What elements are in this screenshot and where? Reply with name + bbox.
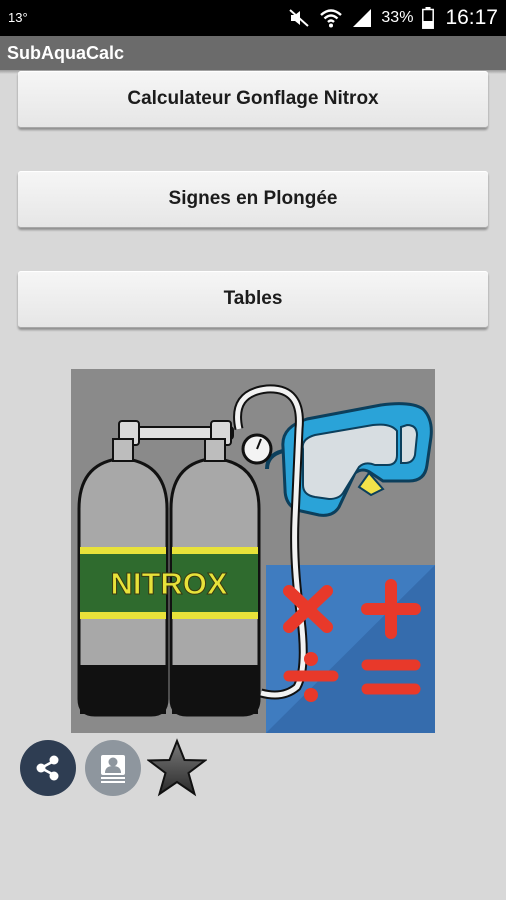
share-icon	[36, 755, 59, 781]
nitrox-calculator-illustration: NITROX	[71, 369, 435, 733]
battery-icon	[422, 7, 435, 29]
star-icon	[146, 738, 208, 797]
clock: 16:17	[445, 6, 498, 29]
temperature-indicator: 13°	[8, 10, 28, 25]
battery-percent: 33%	[381, 9, 414, 26]
share-button[interactable]	[20, 740, 76, 796]
status-icons: 33% 16:17	[288, 5, 498, 31]
status-bar: 13° 33% 16:17	[0, 0, 506, 36]
nitrox-calculator-button[interactable]: Calculateur Gonflage Nitrox	[18, 71, 488, 128]
signal-icon	[352, 8, 372, 28]
dive-signs-button[interactable]: Signes en Plongée	[18, 171, 488, 228]
tables-button[interactable]: Tables	[18, 271, 488, 328]
contact-icon	[101, 755, 125, 783]
contact-button[interactable]	[85, 740, 141, 796]
tank-label: NITROX	[110, 566, 227, 601]
action-bar: SubAquaCalc	[0, 36, 506, 70]
wifi-icon	[319, 8, 343, 28]
mute-icon	[288, 8, 310, 28]
rate-button[interactable]	[146, 738, 208, 798]
app-title: SubAquaCalc	[7, 43, 125, 63]
